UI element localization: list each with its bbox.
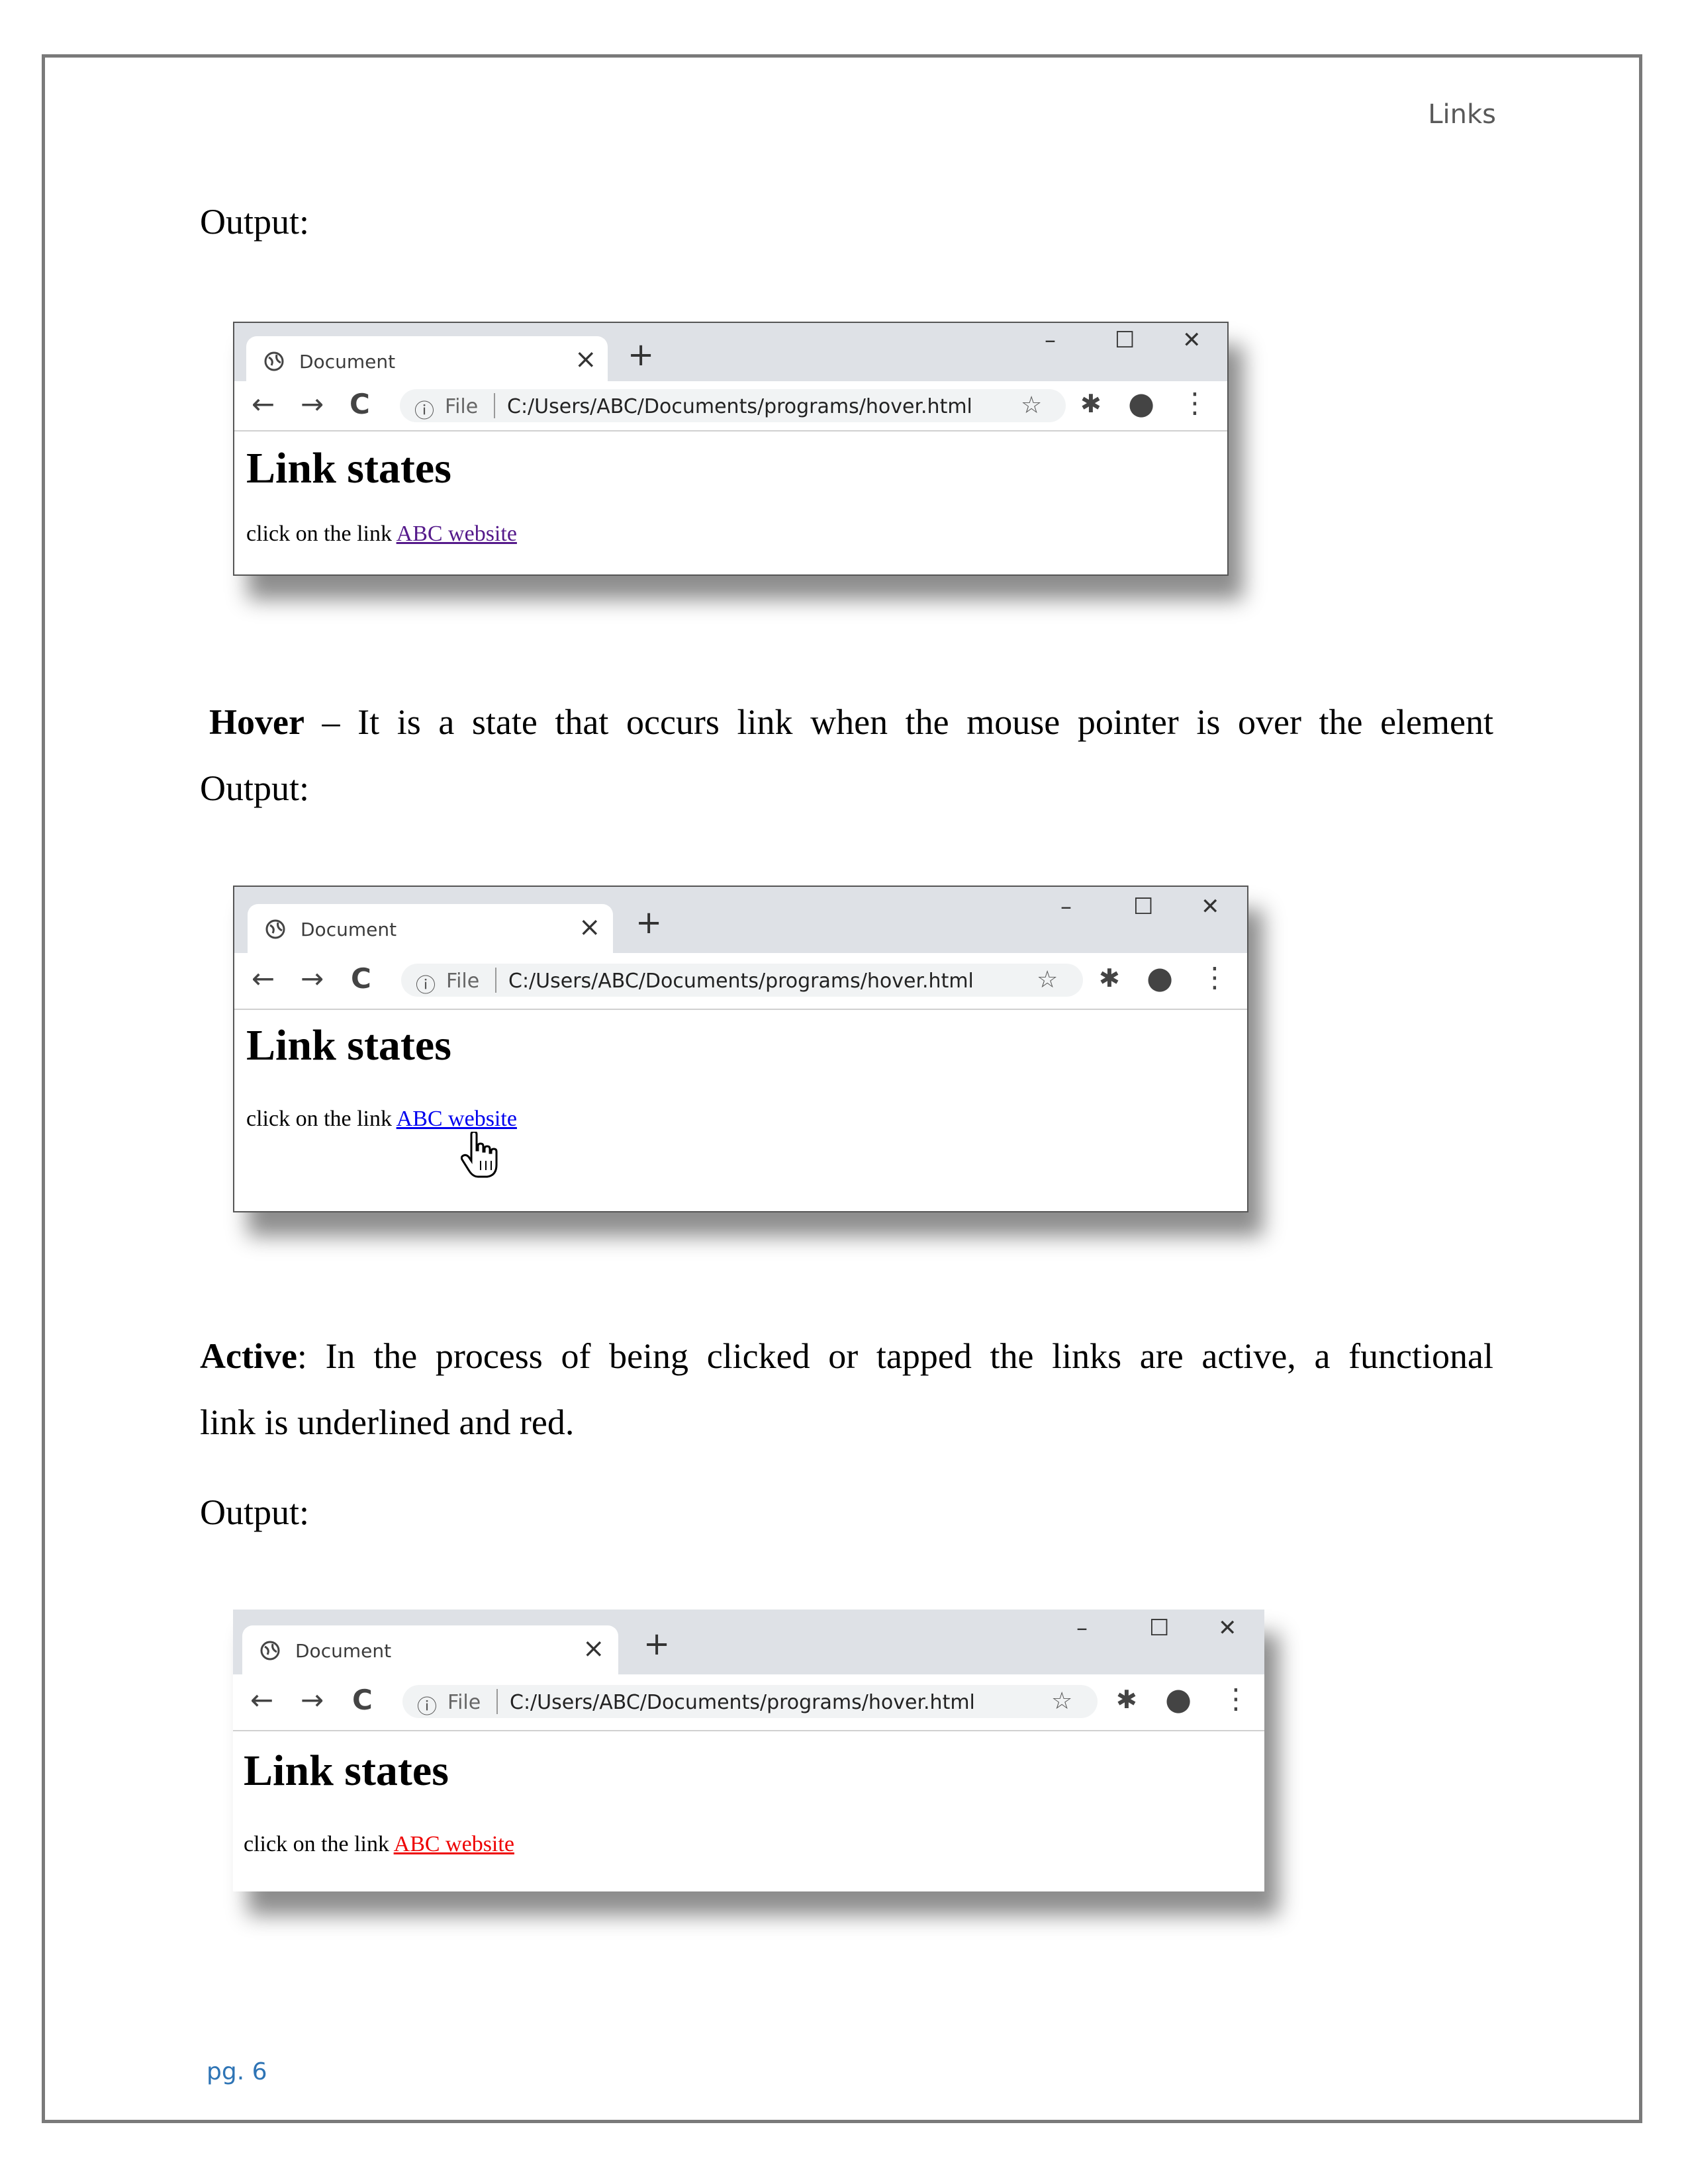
- link-prompt: click on the link: [246, 522, 393, 546]
- globe-icon: [265, 919, 285, 939]
- bookmark-star-icon[interactable]: ☆: [1021, 392, 1042, 419]
- browser-window-active: Document × + – ☐ ✕ ← → C ⓘ File C:/Users…: [233, 1610, 1264, 1891]
- reload-icon[interactable]: C: [352, 1684, 373, 1716]
- minimize-button[interactable]: –: [1076, 1615, 1088, 1641]
- forward-icon[interactable]: →: [301, 388, 324, 420]
- page-number: pg. 6: [207, 2058, 267, 2085]
- profile-icon[interactable]: ●: [1128, 385, 1154, 421]
- minimize-button[interactable]: –: [1045, 327, 1056, 353]
- hover-paragraph: Hover – It is a state that occurs link w…: [209, 699, 1493, 745]
- back-icon[interactable]: ←: [252, 388, 275, 420]
- globe-icon: [264, 351, 284, 371]
- address-bar[interactable]: ⓘ File C:/Users/ABC/Documents/programs/h…: [402, 1685, 1098, 1719]
- minimize-button[interactable]: –: [1060, 893, 1072, 920]
- new-tab-button[interactable]: +: [635, 904, 662, 941]
- file-label: File: [445, 395, 479, 418]
- content-heading: Link states: [244, 1747, 449, 1795]
- profile-icon[interactable]: ●: [1147, 960, 1173, 995]
- tab-document[interactable]: Document ×: [246, 336, 608, 383]
- forward-icon[interactable]: →: [301, 1684, 324, 1716]
- browser-window-hover: Document × + – ☐ ✕ ← → C ⓘ File C:/Users…: [233, 886, 1248, 1212]
- abc-website-link[interactable]: ABC website: [397, 522, 517, 546]
- file-label: File: [446, 970, 480, 993]
- menu-icon[interactable]: ⋮: [1181, 387, 1209, 419]
- url-text[interactable]: C:/Users/ABC/Documents/programs/hover.ht…: [507, 395, 972, 418]
- separator: [496, 1689, 498, 1714]
- active-description: : In the process of being clicked or tap…: [297, 1336, 1493, 1376]
- hover-term: Hover: [209, 702, 305, 742]
- info-icon[interactable]: ⓘ: [417, 1690, 437, 1719]
- toolbar: ← → C ⓘ File C:/Users/ABC/Documents/prog…: [234, 381, 1227, 432]
- url-text[interactable]: C:/Users/ABC/Documents/programs/hover.ht…: [510, 1691, 975, 1714]
- running-header: Links: [1428, 99, 1496, 130]
- tab-close-icon[interactable]: ×: [579, 912, 601, 942]
- globe-icon: [260, 1641, 280, 1661]
- toolbar: ← → C ⓘ File C:/Users/ABC/Documents/prog…: [234, 953, 1247, 1010]
- file-label: File: [447, 1691, 481, 1714]
- maximize-button[interactable]: ☐: [1149, 1615, 1169, 1641]
- back-icon[interactable]: ←: [250, 1684, 273, 1716]
- browser-window-visited: Document × + – ☐ ✕ ← → C ⓘ File C:/Users…: [233, 322, 1229, 576]
- hand-cursor-icon: [461, 1132, 498, 1178]
- tab-title: Document: [295, 1640, 392, 1662]
- address-bar[interactable]: ⓘ File C:/Users/ABC/Documents/programs/h…: [400, 389, 1066, 424]
- url-text[interactable]: C:/Users/ABC/Documents/programs/hover.ht…: [508, 970, 974, 993]
- link-prompt: click on the link: [246, 1107, 393, 1131]
- content-heading: Link states: [246, 444, 451, 492]
- close-window-button[interactable]: ✕: [1218, 1615, 1237, 1641]
- bookmark-star-icon[interactable]: ☆: [1051, 1688, 1072, 1715]
- close-window-button[interactable]: ✕: [1182, 327, 1201, 353]
- menu-icon[interactable]: ⋮: [1201, 961, 1229, 993]
- abc-website-link[interactable]: ABC website: [394, 1832, 514, 1856]
- extensions-icon[interactable]: ✱: [1080, 389, 1102, 418]
- forward-icon[interactable]: →: [301, 962, 324, 995]
- separator: [495, 968, 496, 993]
- reload-icon[interactable]: C: [351, 962, 371, 995]
- close-window-button[interactable]: ✕: [1201, 893, 1220, 920]
- link-prompt: click on the link: [244, 1832, 390, 1856]
- active-paragraph-line1: Active: In the process of being clicked …: [200, 1333, 1493, 1379]
- bookmark-star-icon[interactable]: ☆: [1037, 966, 1058, 993]
- tab-document[interactable]: Document ×: [242, 1625, 618, 1676]
- tab-bar: Document × + – ☐ ✕: [233, 1610, 1264, 1676]
- info-icon[interactable]: ⓘ: [416, 969, 436, 998]
- maximize-button[interactable]: ☐: [1115, 327, 1135, 353]
- tab-close-icon[interactable]: ×: [575, 344, 597, 375]
- menu-icon[interactable]: ⋮: [1222, 1682, 1250, 1715]
- output-label-3: Output:: [200, 1492, 310, 1532]
- back-icon[interactable]: ←: [252, 962, 275, 995]
- abc-website-link[interactable]: ABC website: [397, 1107, 517, 1131]
- tab-close-icon[interactable]: ×: [583, 1633, 605, 1664]
- new-tab-button[interactable]: +: [643, 1625, 670, 1662]
- tab-title: Document: [299, 351, 396, 373]
- active-paragraph-line2: link is underlined and red.: [200, 1402, 575, 1442]
- separator: [494, 393, 495, 418]
- tab-bar: Document × + – ☐ ✕: [234, 323, 1227, 383]
- new-tab-button[interactable]: +: [628, 336, 654, 373]
- content-text: click on the link ABC website: [244, 1832, 514, 1857]
- hover-description: – It is a state that occurs link when th…: [304, 702, 1493, 742]
- toolbar: ← → C ⓘ File C:/Users/ABC/Documents/prog…: [233, 1674, 1264, 1731]
- info-icon[interactable]: ⓘ: [414, 394, 434, 424]
- active-term: Active: [200, 1336, 297, 1376]
- maximize-button[interactable]: ☐: [1133, 893, 1153, 920]
- content-heading: Link states: [246, 1021, 451, 1069]
- address-bar[interactable]: ⓘ File C:/Users/ABC/Documents/programs/h…: [401, 964, 1083, 997]
- content-text: click on the link ABC website: [246, 522, 517, 547]
- extensions-icon[interactable]: ✱: [1099, 964, 1120, 993]
- output-label-2: Output:: [200, 768, 310, 808]
- content-text: click on the link ABC website: [246, 1107, 517, 1132]
- tab-document[interactable]: Document ×: [248, 904, 613, 954]
- extensions-icon[interactable]: ✱: [1116, 1685, 1137, 1714]
- profile-icon[interactable]: ●: [1165, 1681, 1192, 1717]
- reload-icon[interactable]: C: [350, 388, 370, 420]
- tab-title: Document: [301, 919, 397, 940]
- tab-bar: Document × + – ☐ ✕: [234, 887, 1247, 954]
- output-label-1: Output:: [200, 202, 310, 242]
